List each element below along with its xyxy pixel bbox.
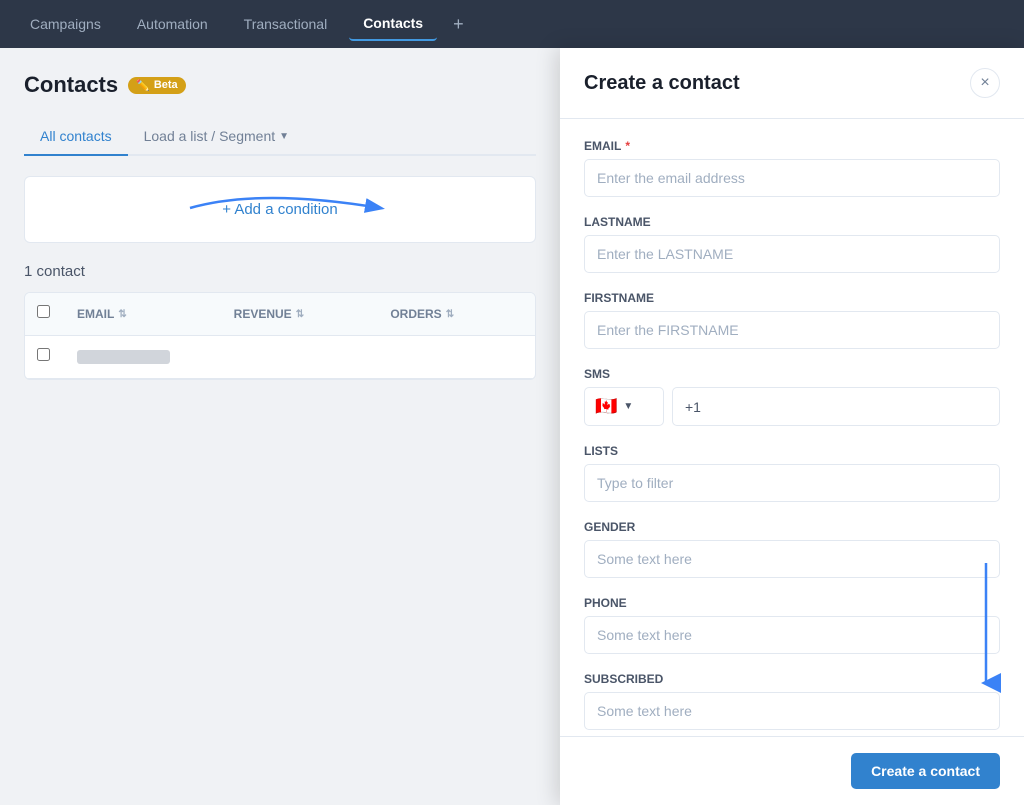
close-drawer-button[interactable]: × bbox=[970, 68, 1000, 98]
pencil-icon: ✏️ bbox=[136, 79, 150, 92]
tab-load-list[interactable]: Load a list / Segment ▼ bbox=[128, 118, 305, 156]
cell-orders bbox=[378, 345, 535, 369]
table-header: EMAIL ⇅ REVENUE ⇅ ORDERS ⇅ bbox=[25, 293, 535, 336]
drawer-header: Create a contact × bbox=[560, 48, 1024, 119]
drawer-body: EMAIL * LASTNAME FIRSTNAME SMS � bbox=[560, 119, 1024, 736]
flag-icon: 🇨🇦 bbox=[595, 396, 617, 417]
drawer-footer: Create a contact bbox=[560, 736, 1024, 805]
email-input[interactable] bbox=[584, 159, 1000, 197]
gender-input[interactable] bbox=[584, 540, 1000, 578]
chevron-down-icon: ▼ bbox=[279, 131, 289, 142]
contacts-table: EMAIL ⇅ REVENUE ⇅ ORDERS ⇅ bbox=[24, 292, 536, 380]
add-condition-box: + Add a condition bbox=[24, 176, 536, 243]
phone-label: PHONE bbox=[584, 596, 1000, 610]
lists-label: LISTS bbox=[584, 444, 1000, 458]
phone-field-group: PHONE bbox=[584, 596, 1000, 654]
sort-orders-icon[interactable]: ⇅ bbox=[446, 309, 454, 320]
col-email: EMAIL ⇅ bbox=[65, 293, 222, 335]
gender-label: GENDER bbox=[584, 520, 1000, 534]
left-panel: Contacts ✏️ Beta All contacts Load a lis… bbox=[0, 48, 560, 805]
table-row bbox=[25, 336, 535, 379]
cell-revenue bbox=[222, 345, 379, 369]
gender-field-group: GENDER bbox=[584, 520, 1000, 578]
cell-email bbox=[65, 338, 222, 376]
sort-revenue-icon[interactable]: ⇅ bbox=[296, 309, 304, 320]
firstname-input[interactable] bbox=[584, 311, 1000, 349]
required-indicator: * bbox=[625, 139, 630, 153]
beta-badge: ✏️ Beta bbox=[128, 77, 186, 94]
email-label: EMAIL * bbox=[584, 139, 1000, 153]
firstname-label: FIRSTNAME bbox=[584, 291, 1000, 305]
top-navigation: Campaigns Automation Transactional Conta… bbox=[0, 0, 1024, 48]
page-title: Contacts bbox=[24, 72, 118, 98]
contact-count: 1 contact bbox=[24, 263, 536, 280]
sms-row: 🇨🇦 ▼ bbox=[584, 387, 1000, 426]
subscribed-label: SUBSCRIBED bbox=[584, 672, 1000, 686]
nav-automation[interactable]: Automation bbox=[123, 8, 222, 40]
create-contact-button[interactable]: Create a contact bbox=[851, 753, 1000, 789]
chevron-down-icon: ▼ bbox=[623, 401, 633, 412]
subscribed-input[interactable] bbox=[584, 692, 1000, 730]
subscribed-field-group: SUBSCRIBED bbox=[584, 672, 1000, 730]
sort-email-icon[interactable]: ⇅ bbox=[118, 309, 126, 320]
email-field-group: EMAIL * bbox=[584, 139, 1000, 197]
tabs-row: All contacts Load a list / Segment ▼ bbox=[24, 118, 536, 156]
phone-input[interactable] bbox=[584, 616, 1000, 654]
sms-label: SMS bbox=[584, 367, 1000, 381]
sms-field-group: SMS 🇨🇦 ▼ bbox=[584, 367, 1000, 426]
nav-campaigns[interactable]: Campaigns bbox=[16, 8, 115, 40]
tab-all-contacts[interactable]: All contacts bbox=[24, 118, 128, 156]
main-area: Contacts ✏️ Beta All contacts Load a lis… bbox=[0, 48, 1024, 805]
lists-field-group: LISTS bbox=[584, 444, 1000, 502]
sms-number-input[interactable] bbox=[672, 387, 1000, 426]
nav-transactional[interactable]: Transactional bbox=[230, 8, 342, 40]
page-title-row: Contacts ✏️ Beta bbox=[24, 72, 536, 98]
firstname-field-group: FIRSTNAME bbox=[584, 291, 1000, 349]
lists-input[interactable] bbox=[584, 464, 1000, 502]
country-code-selector[interactable]: 🇨🇦 ▼ bbox=[584, 387, 664, 426]
add-condition-button[interactable]: + Add a condition bbox=[222, 201, 338, 218]
create-contact-drawer: Create a contact × EMAIL * LASTNAME FIRS… bbox=[560, 48, 1024, 805]
select-all-checkbox[interactable] bbox=[37, 305, 50, 318]
lastname-field-group: LASTNAME bbox=[584, 215, 1000, 273]
row-checkbox[interactable] bbox=[37, 348, 50, 361]
nav-contacts[interactable]: Contacts bbox=[349, 7, 437, 41]
col-revenue: REVENUE ⇅ bbox=[222, 293, 379, 335]
nav-add-icon[interactable]: + bbox=[445, 10, 472, 39]
lastname-input[interactable] bbox=[584, 235, 1000, 273]
col-orders: ORDERS ⇅ bbox=[378, 293, 535, 335]
drawer-title: Create a contact bbox=[584, 72, 740, 95]
lastname-label: LASTNAME bbox=[584, 215, 1000, 229]
